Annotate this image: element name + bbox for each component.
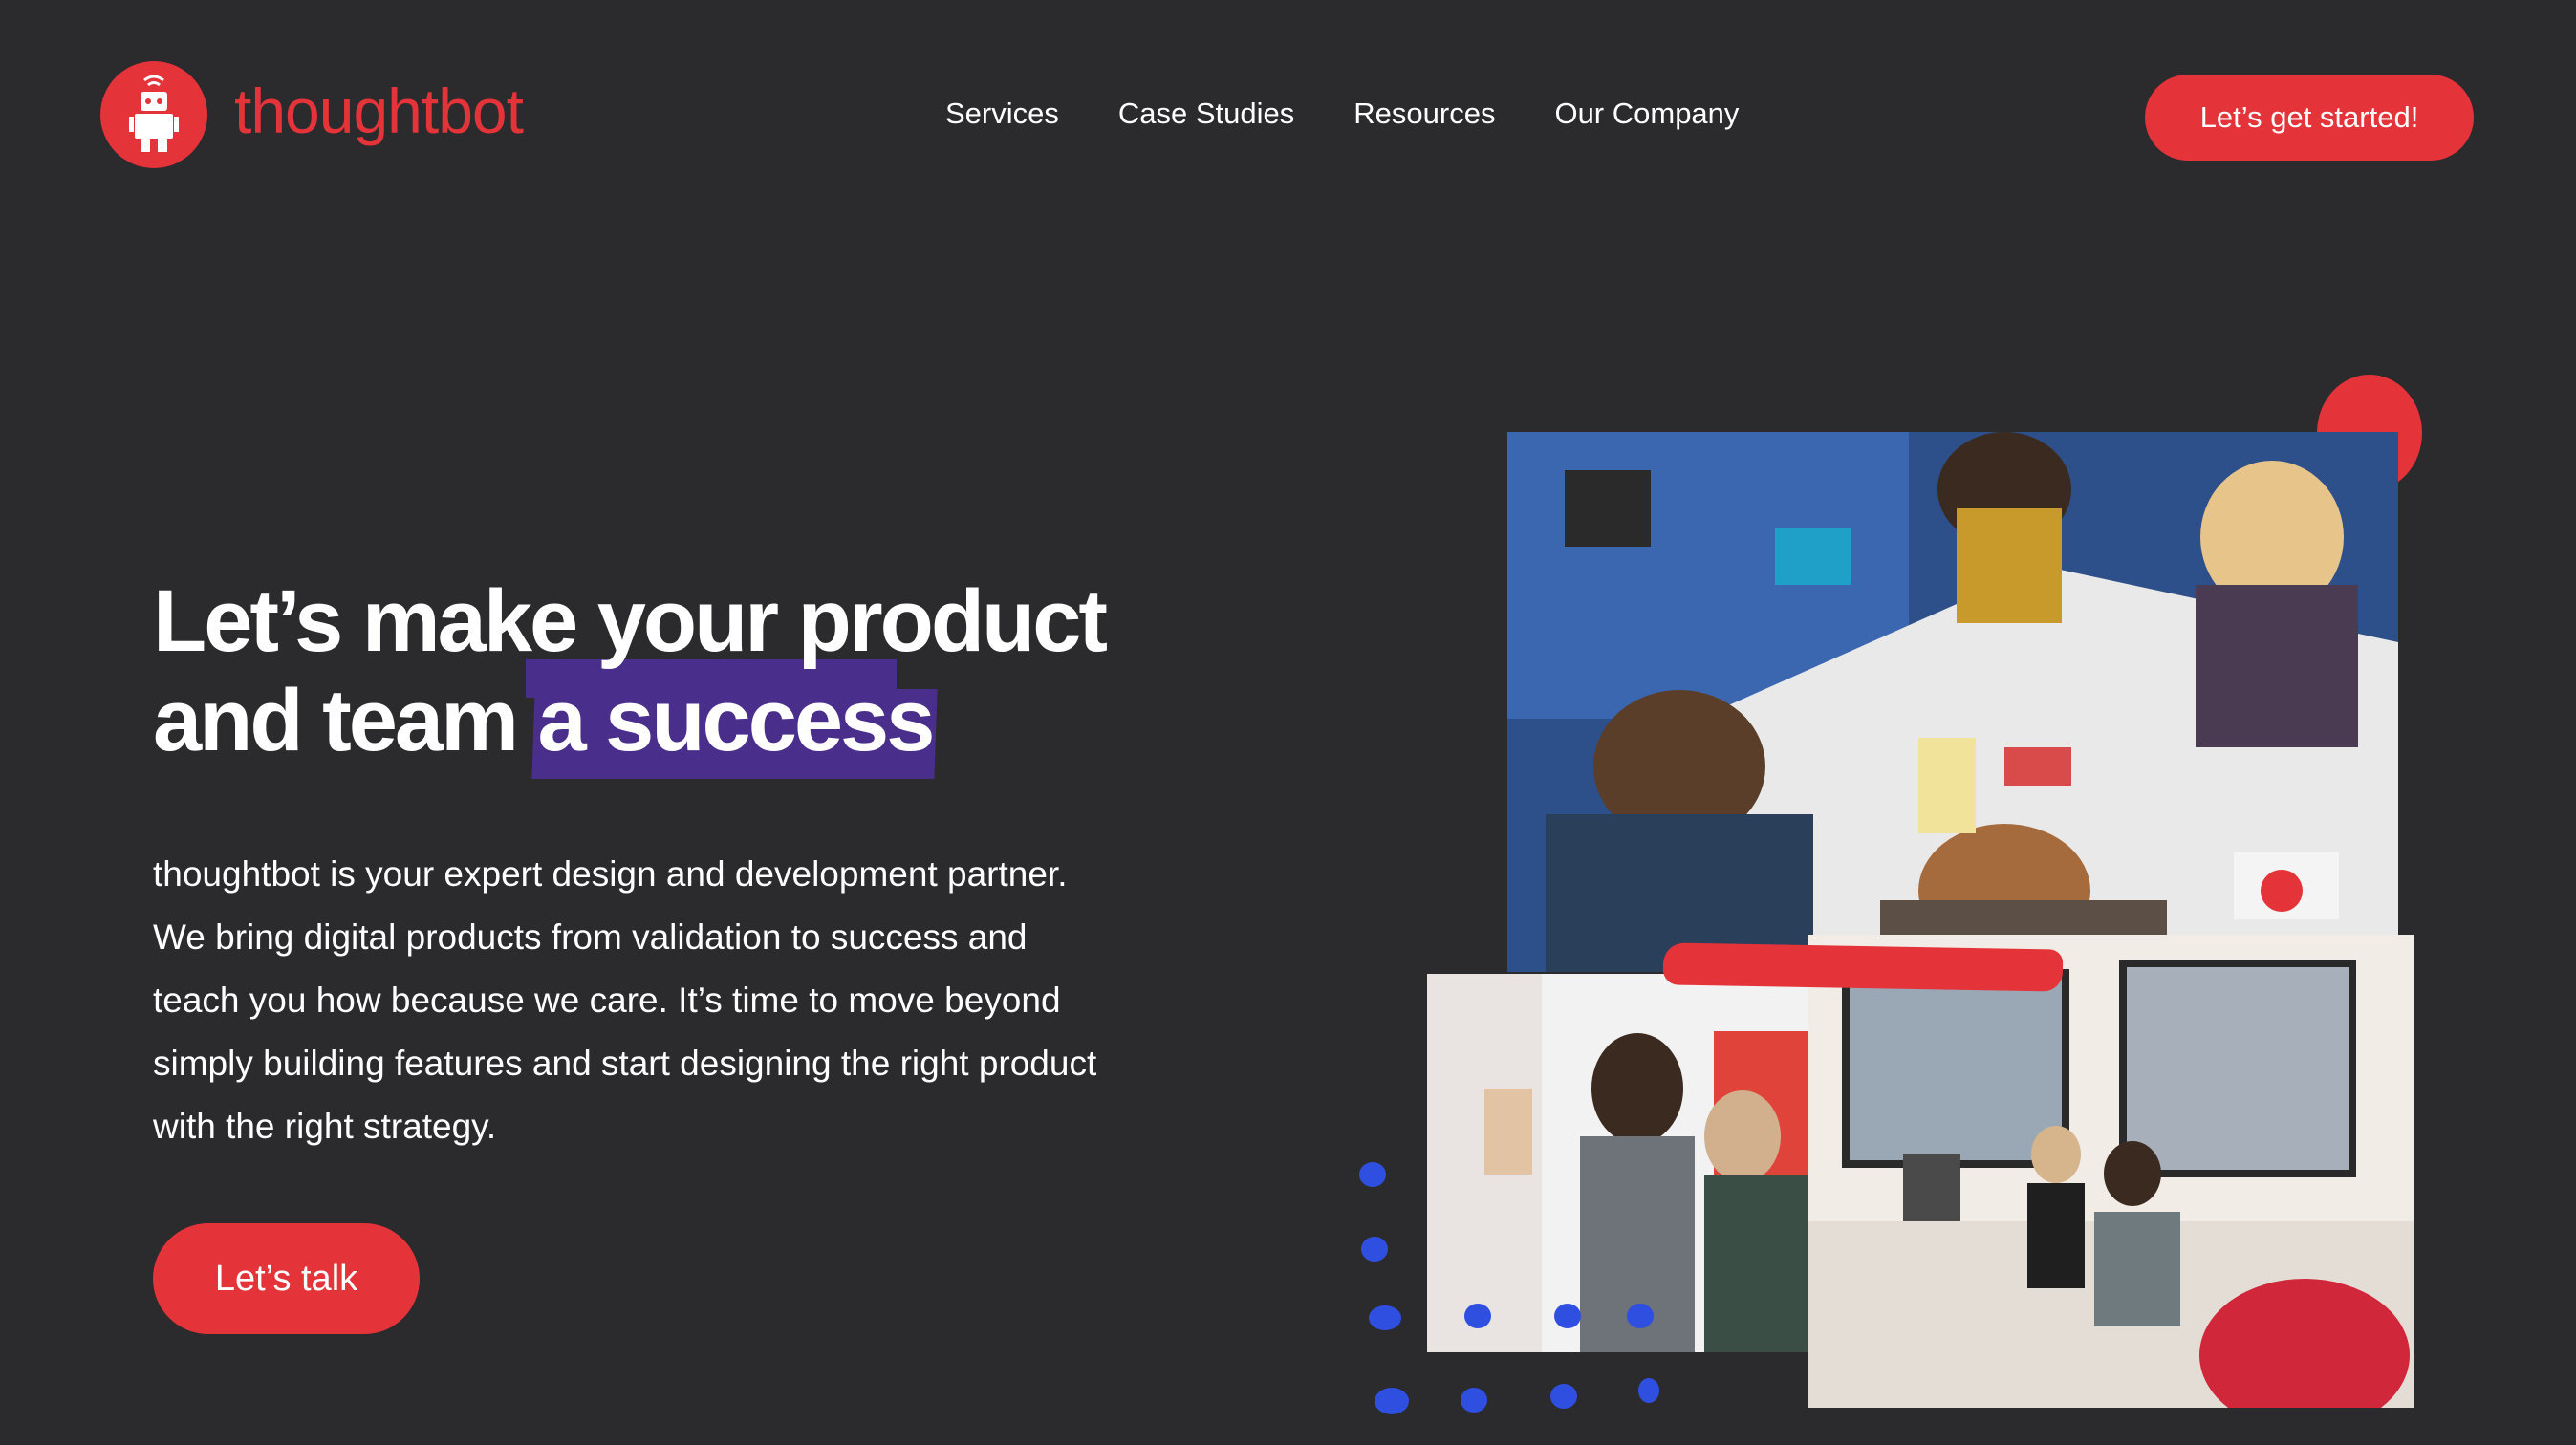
get-started-button[interactable]: Let’s get started! [2145,75,2474,161]
blue-dot-decoration [1554,1304,1581,1328]
main-nav: Services Case Studies Resources Our Comp… [945,98,1739,128]
robot-logo-icon [100,61,207,168]
nav-item-case-studies[interactable]: Case Studies [1118,98,1294,128]
headline-line-2: and team a success [153,671,1128,770]
logo-link[interactable]: thoughtbot [100,61,524,168]
blue-dot-decoration [1361,1237,1388,1262]
blue-dot-decoration [1464,1304,1491,1328]
page: thoughtbot Services Case Studies Resourc… [0,0,2576,1445]
headline-line-2-text: and team [153,672,538,769]
logo-wordmark: thoughtbot [234,75,524,146]
whiteboard-photo [1427,974,1808,1352]
team-workshop-photo [1507,432,2398,972]
blue-dot-decoration [1359,1162,1386,1187]
lets-talk-button[interactable]: Let’s talk [153,1223,420,1334]
blue-dot-decoration [1627,1304,1654,1328]
red-paint-stroke-decoration [1662,942,2064,992]
hero-description: thoughtbot is your expert design and dev… [153,854,1097,1146]
blue-dot-decoration [1369,1305,1401,1330]
hero-headline: Let’s make your product and team a succe… [153,572,1128,770]
nav-item-services[interactable]: Services [945,98,1059,128]
headline-line-1: Let’s make your product [153,572,1108,670]
headline-highlight: a success [537,672,935,769]
nav-item-resources[interactable]: Resources [1353,98,1495,128]
blue-dot-decoration [1461,1388,1487,1413]
blue-dot-decoration [1375,1388,1409,1414]
nav-item-our-company[interactable]: Our Company [1554,98,1739,128]
blue-dot-decoration [1638,1378,1659,1403]
office-desks-photo [1808,935,2414,1408]
blue-dot-decoration [1550,1384,1577,1409]
